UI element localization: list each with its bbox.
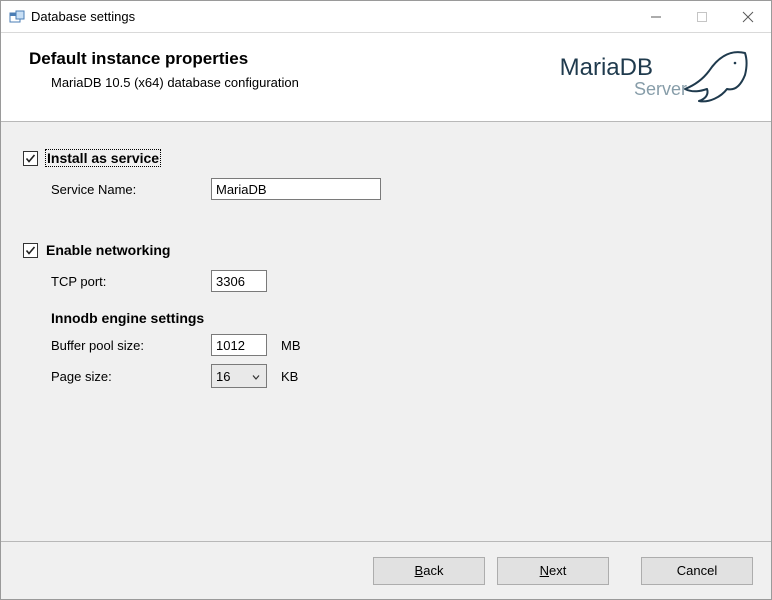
svg-text:MariaDB: MariaDB (560, 54, 653, 81)
footer: Back Next Cancel (1, 541, 771, 599)
install-as-service-checkbox[interactable] (23, 151, 38, 166)
maximize-button (679, 1, 725, 32)
enable-networking-checkbox[interactable] (23, 243, 38, 258)
app-icon (9, 9, 25, 25)
tcp-port-label: TCP port: (51, 274, 211, 289)
page-size-label: Page size: (51, 369, 211, 384)
service-name-label: Service Name: (51, 182, 211, 197)
buffer-pool-unit: MB (281, 338, 301, 353)
back-button[interactable]: Back (373, 557, 485, 585)
page-size-unit: KB (281, 369, 298, 384)
window-title: Database settings (31, 9, 135, 24)
tcp-port-row: TCP port: (51, 270, 749, 292)
header-subtitle: MariaDB 10.5 (x64) database configuratio… (51, 75, 559, 90)
header-title: Default instance properties (29, 49, 559, 69)
buffer-pool-input[interactable] (211, 334, 267, 356)
tcp-port-input[interactable] (211, 270, 267, 292)
install-as-service-label: Install as service (46, 150, 160, 166)
close-button[interactable] (725, 1, 771, 32)
minimize-button[interactable] (633, 1, 679, 32)
content-area: Install as service Service Name: Enable … (1, 122, 771, 541)
page-size-row: Page size: 16 KB (51, 364, 749, 388)
service-name-input[interactable] (211, 178, 381, 200)
install-as-service-row: Install as service (23, 150, 749, 166)
svg-text:Server: Server (634, 79, 687, 99)
page-size-select[interactable]: 16 (211, 364, 267, 388)
cancel-button[interactable]: Cancel (641, 557, 753, 585)
next-button[interactable]: Next (497, 557, 609, 585)
titlebar: Database settings (1, 1, 771, 33)
service-name-row: Service Name: (51, 178, 749, 200)
enable-networking-row: Enable networking (23, 242, 749, 258)
enable-networking-label: Enable networking (46, 242, 170, 258)
chevron-down-icon (252, 369, 260, 384)
buffer-pool-row: Buffer pool size: MB (51, 334, 749, 356)
mariadb-logo: MariaDB Server (559, 47, 749, 109)
header: Default instance properties MariaDB 10.5… (1, 33, 771, 122)
innodb-settings-title: Innodb engine settings (51, 310, 749, 326)
buffer-pool-label: Buffer pool size: (51, 338, 211, 353)
window-controls (633, 1, 771, 32)
installer-window: Database settings Default instance prope… (0, 0, 772, 600)
page-size-value: 16 (216, 369, 230, 384)
